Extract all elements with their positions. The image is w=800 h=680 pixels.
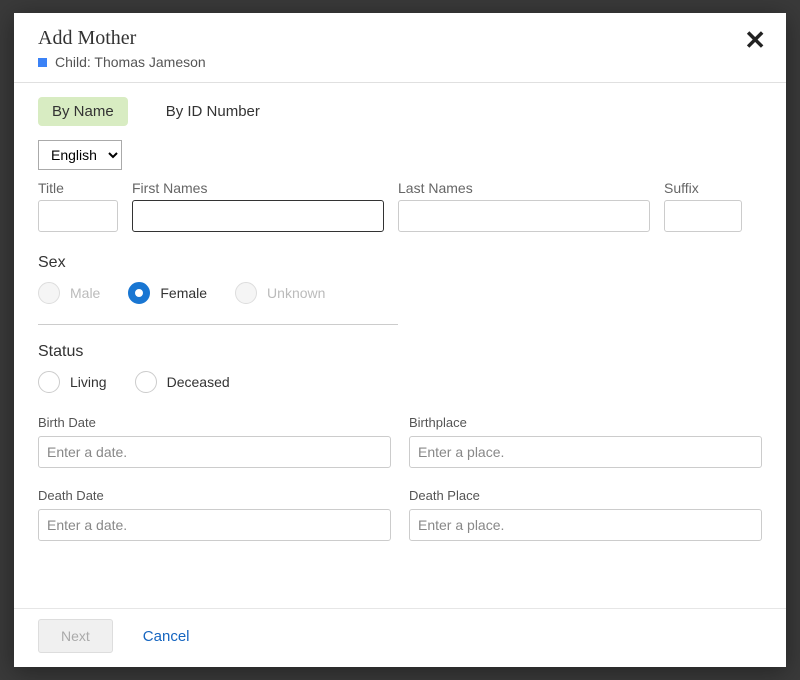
next-button[interactable]: Next: [38, 619, 113, 653]
sex-female-label: Female: [160, 285, 207, 301]
birthplace-input[interactable]: [409, 436, 762, 468]
modal-footer: Next Cancel: [14, 608, 786, 667]
close-button[interactable]: ✕: [744, 27, 766, 53]
status-living-label: Living: [70, 374, 107, 390]
status-section: Status Living Deceased: [38, 343, 762, 393]
status-radio-group: Living Deceased: [38, 371, 762, 393]
radio-icon: [38, 282, 60, 304]
first-names-label: First Names: [132, 180, 384, 196]
child-marker-icon: [38, 58, 47, 67]
sex-female-option[interactable]: Female: [128, 282, 207, 304]
first-names-input[interactable]: [132, 200, 384, 232]
suffix-field-group: Suffix: [664, 180, 742, 232]
search-mode-tabs: By Name By ID Number: [38, 97, 762, 126]
last-names-field-group: Last Names: [398, 180, 650, 232]
modal-header: Add Mother Child: Thomas Jameson ✕: [14, 13, 786, 83]
suffix-label: Suffix: [664, 180, 742, 196]
radio-dot-icon: [135, 289, 143, 297]
status-deceased-label: Deceased: [167, 374, 230, 390]
modal-subtitle: Child: Thomas Jameson: [38, 54, 762, 70]
birthplace-label: Birthplace: [409, 415, 762, 430]
death-place-group: Death Place: [409, 488, 762, 541]
child-label: Child: Thomas Jameson: [55, 54, 206, 70]
title-field-group: Title: [38, 180, 118, 232]
birth-date-input[interactable]: [38, 436, 391, 468]
status-deceased-option[interactable]: Deceased: [135, 371, 230, 393]
add-mother-modal: Add Mother Child: Thomas Jameson ✕ By Na…: [14, 13, 786, 667]
cancel-button[interactable]: Cancel: [143, 628, 190, 645]
close-icon: ✕: [744, 25, 766, 55]
radio-icon: [38, 371, 60, 393]
last-names-input[interactable]: [398, 200, 650, 232]
sex-radio-group: Male Female Unknown: [38, 282, 398, 304]
birth-date-label: Birth Date: [38, 415, 391, 430]
tab-by-id-number[interactable]: By ID Number: [152, 97, 274, 126]
title-label: Title: [38, 180, 118, 196]
radio-icon: [135, 371, 157, 393]
death-place-label: Death Place: [409, 488, 762, 503]
status-living-option[interactable]: Living: [38, 371, 107, 393]
language-select[interactable]: English: [38, 140, 122, 170]
sex-male-label: Male: [70, 285, 100, 301]
first-names-field-group: First Names: [132, 180, 384, 232]
modal-title: Add Mother: [38, 27, 762, 50]
last-names-label: Last Names: [398, 180, 650, 196]
radio-icon: [235, 282, 257, 304]
death-place-input[interactable]: [409, 509, 762, 541]
sex-section: Sex Male Female Unknown: [38, 254, 398, 325]
birth-row: Birth Date Birthplace: [38, 415, 762, 468]
status-section-label: Status: [38, 343, 762, 361]
sex-section-label: Sex: [38, 254, 398, 272]
modal-body[interactable]: By Name By ID Number English Title First…: [14, 83, 786, 608]
suffix-input[interactable]: [664, 200, 742, 232]
name-fields-row: Title First Names Last Names Suffix: [38, 180, 762, 232]
death-row: Death Date Death Place: [38, 488, 762, 541]
death-date-group: Death Date: [38, 488, 391, 541]
tab-by-name[interactable]: By Name: [38, 97, 128, 126]
sex-unknown-option: Unknown: [235, 282, 325, 304]
sex-male-option: Male: [38, 282, 100, 304]
death-date-input[interactable]: [38, 509, 391, 541]
death-date-label: Death Date: [38, 488, 391, 503]
birthplace-group: Birthplace: [409, 415, 762, 468]
radio-icon: [128, 282, 150, 304]
title-input[interactable]: [38, 200, 118, 232]
birth-date-group: Birth Date: [38, 415, 391, 468]
sex-unknown-label: Unknown: [267, 285, 325, 301]
scroll-spacer: [38, 561, 762, 608]
